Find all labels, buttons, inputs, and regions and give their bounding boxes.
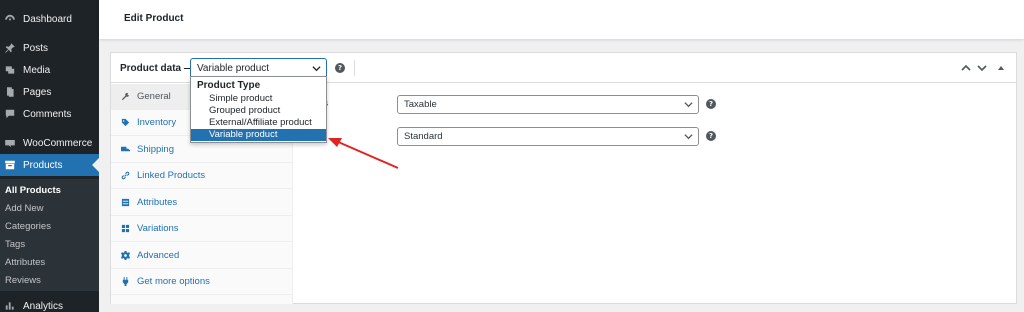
pin-icon — [3, 41, 17, 55]
products-submenu: All Products Add New Categories Tags Att… — [0, 179, 99, 291]
menu-label: WooCommerce — [23, 137, 93, 149]
submenu-attributes[interactable]: Attributes — [5, 257, 45, 268]
product-type-value: Variable product — [197, 63, 270, 74]
tab-label: General — [137, 91, 171, 102]
menu-label: Analytics — [23, 300, 64, 312]
menu-analytics[interactable]: Analytics — [0, 295, 99, 312]
tab-label: Get more options — [137, 276, 210, 287]
media-icon — [3, 63, 17, 77]
plugin-icon — [120, 277, 130, 287]
menu-label: Posts — [23, 42, 49, 54]
tab-label: Inventory — [137, 117, 177, 128]
menu-label: Pages — [23, 86, 52, 98]
menu-label: Comments — [23, 108, 72, 120]
menu-label: Media — [23, 64, 51, 76]
tax-class-select[interactable]: Standard — [397, 127, 699, 146]
submenu-tags[interactable]: Tags — [5, 239, 25, 250]
chevron-down-icon[interactable] — [976, 62, 988, 74]
tab-label: Linked Products — [137, 170, 206, 181]
chevron-down-icon — [684, 102, 693, 108]
submenu-all-products[interactable]: All Products — [5, 185, 61, 196]
grid-icon — [120, 224, 130, 234]
gear-icon — [120, 251, 130, 261]
product-data-label: Product data — — [120, 63, 194, 74]
product-type-dropdown: Product Type Simple product Grouped prod… — [190, 76, 327, 143]
dropdown-option-variable[interactable]: Variable product — [191, 129, 326, 141]
submenu-categories[interactable]: Categories — [5, 221, 51, 232]
tab-variations[interactable]: Variations — [111, 216, 293, 242]
admin-sidebar: Dashboard Posts Media Pages Comments Woo… — [0, 0, 99, 312]
help-icon[interactable]: ? — [706, 131, 716, 141]
archive-icon — [3, 158, 17, 172]
tab-attributes[interactable]: Attributes — [111, 190, 293, 216]
dropdown-option-grouped[interactable]: Grouped product — [191, 105, 326, 117]
tab-label: Attributes — [137, 197, 178, 208]
menu-posts[interactable]: Posts — [0, 37, 99, 59]
truck-icon — [120, 145, 130, 155]
collapse-toggle-icon[interactable] — [995, 62, 1007, 74]
dropdown-option-simple[interactable]: Simple product — [191, 93, 326, 105]
menu-products[interactable]: Products — [0, 154, 99, 176]
tab-get-more-options[interactable]: Get more options — [111, 269, 293, 295]
submenu-reviews[interactable]: Reviews — [5, 275, 41, 286]
menu-pages[interactable]: Pages — [0, 81, 99, 103]
dashboard-icon — [3, 12, 17, 26]
tax-status-select[interactable]: Taxable — [397, 95, 699, 114]
menu-label: Dashboard — [23, 13, 72, 25]
chart-icon — [3, 299, 17, 312]
dropdown-group-label: Product Type — [197, 80, 261, 91]
menu-dashboard[interactable]: Dashboard — [0, 8, 99, 30]
tax-status-value: Taxable — [404, 99, 437, 110]
menu-woocommerce[interactable]: WooCommerce — [0, 132, 99, 154]
tab-advanced[interactable]: Advanced — [111, 243, 293, 269]
tab-label: Variations — [137, 223, 179, 234]
chevron-up-icon[interactable] — [960, 62, 972, 74]
dropdown-option-external[interactable]: External/Affiliate product — [191, 117, 326, 129]
chevron-down-icon — [312, 66, 321, 72]
tab-label: Advanced — [137, 250, 180, 261]
help-icon[interactable]: ? — [706, 99, 716, 109]
comment-icon — [3, 107, 17, 121]
pages-icon — [3, 85, 17, 99]
menu-label: Products — [23, 159, 63, 171]
tab-linked-products[interactable]: Linked Products — [111, 163, 293, 189]
chevron-down-icon — [684, 134, 693, 140]
list-icon — [120, 198, 130, 208]
wrench-icon — [120, 92, 130, 102]
link-icon — [120, 171, 130, 181]
submenu-add-new[interactable]: Add New — [5, 203, 44, 214]
menu-media[interactable]: Media — [0, 59, 99, 81]
divider — [354, 60, 355, 76]
help-icon[interactable]: ? — [335, 63, 345, 73]
tab-label: Shipping — [137, 144, 174, 155]
woo-icon — [3, 136, 17, 150]
menu-comments[interactable]: Comments — [0, 103, 99, 125]
active-indicator — [92, 158, 99, 172]
page-title: Edit Product — [124, 13, 184, 24]
page-header: Edit Product — [99, 0, 1024, 39]
tag-icon — [120, 118, 130, 128]
annotation-arrow — [328, 138, 399, 169]
